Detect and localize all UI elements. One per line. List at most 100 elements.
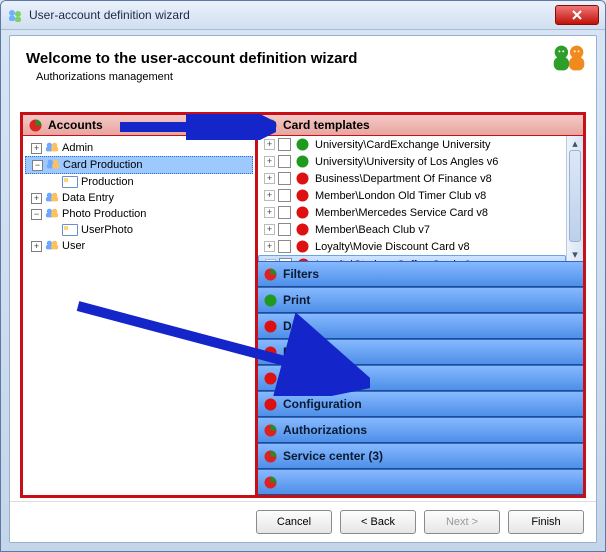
tree-item[interactable]: + Data Entry [25,190,253,206]
template-item[interactable]: +University\University of Los Angles v6 [258,153,566,170]
template-item[interactable]: + Loyalty\Movie Discount Card v8 [258,238,566,255]
status-dot-icon [296,223,309,236]
scroll-up-icon[interactable]: ▴ [567,136,583,150]
tree-expander-icon[interactable]: + [264,190,275,201]
app-icon [7,7,23,23]
tree-expander-icon[interactable]: + [31,143,42,154]
right-panel: Card templates + University\CardExchange … [258,115,583,495]
accounts-panel: Accounts + Admin − Card Production Productio… [23,115,255,495]
tree-expander-icon[interactable]: − [32,160,43,171]
card-templates-header[interactable]: Card templates [258,115,583,136]
scroll-thumb[interactable] [569,150,581,242]
main-panels: Accounts + Admin − Card Production Productio… [20,112,586,498]
accordion-section[interactable]: Authorizations [258,417,583,443]
template-label: Member\Mercedes Service Card v8 [315,207,488,219]
accordion-section[interactable]: Configuration [258,391,583,417]
tree-item-label: Data Entry [62,192,114,204]
tree-item-label: Production [81,176,134,188]
tree-expander-icon[interactable]: + [264,241,275,252]
tree-expander-icon[interactable]: + [264,156,275,167]
tree-expander-icon[interactable]: + [31,241,42,252]
accordion-label: Data [283,319,309,333]
template-checkbox[interactable] [278,223,291,236]
tree-expander-icon[interactable]: + [264,173,275,184]
accounts-header-label: Accounts [48,118,103,132]
accordion-section[interactable]: Filters [258,261,583,287]
template-checkbox[interactable] [278,172,291,185]
card-icon [62,224,78,236]
card-templates-list[interactable]: + University\CardExchange University +Univ… [258,136,566,261]
template-item[interactable]: + University\CardExchange University [258,136,566,153]
tree-expander-icon[interactable]: + [31,193,42,204]
accordion-section[interactable]: Service center (3) [258,443,583,469]
sections-accordion: Filters Print Data Photos Signatures Configur… [258,261,583,495]
status-dot-icon [264,372,277,385]
tree-item[interactable]: − Card Production [25,156,253,174]
status-dot-icon [297,258,310,261]
template-label: University\CardExchange University [315,139,490,151]
users-icon [45,191,62,206]
tree-expander-icon[interactable]: + [264,224,275,235]
tree-item-label: Photo Production [62,208,146,220]
template-item[interactable]: + Member\Beach Club v7 [258,221,566,238]
template-label: Member\London Old Timer Club v8 [315,190,486,202]
users-icon [45,239,62,254]
status-dot-icon [296,155,309,168]
users-icon [45,207,62,222]
tree-item[interactable]: + Admin [25,140,253,156]
tree-expander-icon[interactable]: + [265,259,276,261]
tree-expander-icon[interactable]: + [264,207,275,218]
users-icon [45,141,62,156]
back-label: < Back [361,516,395,528]
template-checkbox[interactable] [278,155,291,168]
wizard-window: User-account definition wizard Welcome t… [0,0,606,552]
tree-item-label: User [62,240,85,252]
accordion-label: Filters [283,267,319,281]
accordion-section[interactable]: Signatures [258,365,583,391]
accordion-label: Signatures [283,371,345,385]
accordion-section[interactable] [258,469,583,495]
template-label: Loyalty\Starless Coffee Card v6 [316,259,470,262]
status-dot-icon [296,138,309,151]
template-checkbox[interactable] [278,138,291,151]
status-dot-icon [296,206,309,219]
window-close-button[interactable] [555,5,599,25]
tree-expander-icon[interactable]: − [31,209,42,220]
accounts-header[interactable]: Accounts [23,115,255,136]
status-dot-icon [264,346,277,359]
accordion-label: Authorizations [283,423,367,437]
template-label: Member\Beach Club v7 [315,224,430,236]
template-item[interactable]: + Member\London Old Timer Club v8 [258,187,566,204]
accordion-section[interactable]: Data [258,313,583,339]
scroll-down-icon[interactable]: ▾ [567,247,583,261]
template-checkbox[interactable] [278,189,291,202]
tree-item[interactable]: UserPhoto [25,222,253,238]
tree-item-label: Card Production [63,159,143,171]
accounts-tree[interactable]: + Admin − Card Production Production + Data En… [23,136,255,495]
status-dot-icon [264,424,277,437]
vertical-scrollbar[interactable]: ▴ ▾ [566,136,583,261]
dot-icon [264,119,277,132]
template-checkbox[interactable] [279,258,292,261]
cancel-button[interactable]: Cancel [256,510,332,534]
status-dot-icon [264,450,277,463]
tree-item[interactable]: Production [25,174,253,190]
status-dot-icon [296,172,309,185]
tree-item[interactable]: − Photo Production [25,206,253,222]
accordion-section[interactable]: Print [258,287,583,313]
template-item[interactable]: +Business\Department Of Finance v8 [258,170,566,187]
back-button[interactable]: < Back [340,510,416,534]
tree-expander-icon[interactable]: + [264,139,275,150]
next-button: Next > [424,510,500,534]
accordion-section[interactable]: Photos [258,339,583,365]
template-item[interactable]: + Member\Mercedes Service Card v8 [258,204,566,221]
tree-item[interactable]: + User [25,238,253,254]
template-item[interactable]: + Loyalty\Starless Coffee Card v6 [258,255,566,261]
status-dot-icon [296,189,309,202]
tree-item-label: Admin [62,142,93,154]
template-label: Loyalty\Movie Discount Card v8 [315,241,470,253]
status-dot-icon [264,268,277,281]
finish-button[interactable]: Finish [508,510,584,534]
template-checkbox[interactable] [278,206,291,219]
template-checkbox[interactable] [278,240,291,253]
